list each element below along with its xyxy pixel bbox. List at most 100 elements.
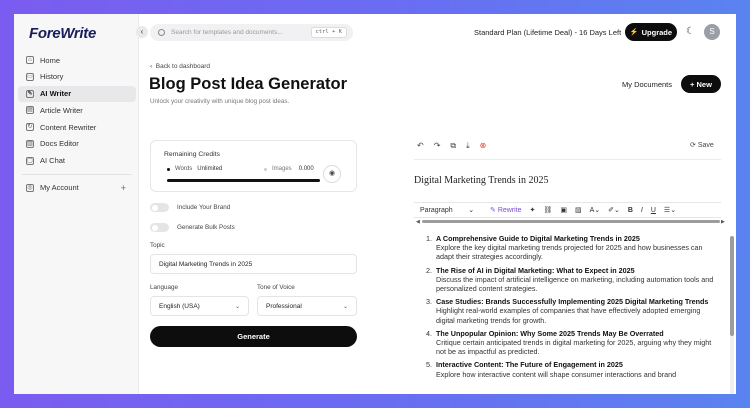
search-bar[interactable]: Search for templates and documents... ct… (150, 24, 353, 41)
sidebar-item-docs-editor[interactable]: ▥ Docs Editor (18, 136, 136, 152)
include-brand-row[interactable]: Include Your Brand (150, 203, 230, 212)
list-number: 3. (426, 297, 432, 307)
list-content: A Comprehensive Guide to Digital Marketi… (436, 234, 716, 262)
sidebar-item-ai-chat[interactable]: ▢ AI Chat (18, 153, 136, 169)
sidebar-item-article-writer[interactable]: ▤ Article Writer (18, 102, 136, 118)
sidebar-item-my-account[interactable]: ◎ My Account + (18, 180, 136, 196)
rewrite-button[interactable]: ✎ Rewrite (490, 206, 522, 214)
editor-toolbar: ↶ ↷ ⧉ ⤓ ⊗ (417, 141, 486, 151)
divider (414, 159, 721, 160)
image-icon[interactable]: ▣ (560, 206, 567, 214)
scroll-right-arrow[interactable]: ▶ (721, 219, 725, 225)
home-icon: ⌂ (26, 56, 34, 64)
upgrade-button[interactable]: ⚡ Upgrade (625, 23, 677, 41)
delete-icon[interactable]: ⊗ (480, 141, 487, 151)
sidebar-item-content-rewriter[interactable]: ↻ Content Rewriter (18, 119, 136, 135)
search-icon (158, 29, 165, 36)
scroll-left-arrow[interactable]: ◀ (416, 219, 420, 225)
text-color-icon[interactable]: A⌄ (590, 206, 601, 214)
search-input[interactable]: Search for templates and documents... (171, 29, 283, 36)
sidebar-item-label: History (40, 72, 64, 82)
eye-icon[interactable]: ◉ (323, 165, 341, 183)
tone-value: Professional (266, 302, 302, 310)
logo: ForeWrite (29, 25, 97, 42)
list-item-desc: Critique certain anticipated trends in d… (436, 338, 712, 357)
paragraph-style-select[interactable]: Paragraph ⌄ (420, 206, 490, 214)
avatar[interactable]: S (704, 24, 720, 40)
images-label: Images (272, 166, 292, 172)
sidebar-item-label: Docs Editor (40, 139, 79, 149)
bulk-posts-toggle[interactable] (150, 223, 169, 232)
copy-icon[interactable]: ⧉ (450, 141, 456, 151)
words-credits: Words Unlimited (167, 166, 222, 172)
article-icon: ▤ (26, 106, 34, 115)
new-button[interactable]: + New (681, 75, 721, 93)
underline-icon[interactable]: U (651, 207, 656, 214)
list-content: Interactive Content: The Future of Engag… (436, 360, 676, 378)
credits-card: Remaining Credits Words Unlimited Images… (150, 140, 357, 192)
save-button[interactable]: ⟳ Save (690, 141, 714, 149)
list-item: 5. Interactive Content: The Future of Eng… (426, 360, 716, 378)
list-item: 2. The Rise of AI in Digital Marketing: W… (426, 266, 716, 294)
undo-icon[interactable]: ↶ (417, 141, 424, 151)
vertical-scrollbar[interactable] (730, 236, 734, 336)
horizontal-scrollbar[interactable] (422, 220, 720, 223)
collapse-sidebar-button[interactable]: ‹ (136, 26, 148, 38)
bulk-posts-label: Generate Bulk Posts (177, 224, 235, 231)
list-content: Case Studies: Brands Successfully Implem… (436, 297, 716, 325)
language-value: English (USA) (159, 302, 200, 310)
list-number: 1. (426, 234, 432, 243)
sidebar-item-label: AI Writer (40, 89, 72, 99)
italic-icon[interactable]: I (641, 207, 643, 214)
my-documents-link[interactable]: My Documents (622, 80, 672, 89)
list-item-desc: Explore how interactive content will sha… (436, 369, 677, 379)
credits-title: Remaining Credits (164, 151, 220, 158)
generate-button[interactable]: Generate (150, 326, 357, 347)
list-item: 4. The Unpopular Opinion: Why Some 2025 T… (426, 329, 716, 357)
topic-input[interactable]: Digital Marketing Trends in 2025 (150, 254, 357, 274)
docs-icon: ▥ (26, 139, 34, 148)
document-body[interactable]: 1. A Comprehensive Guide to Digital Marke… (426, 234, 716, 394)
list-content: The Rise of AI in Digital Marketing: Wha… (436, 266, 716, 294)
sidebar-item-ai-writer[interactable]: ✎ AI Writer (18, 85, 136, 102)
add-image-icon[interactable]: ▨ (575, 206, 582, 214)
credits-progress-bar (167, 179, 320, 182)
refresh-icon: ⟳ (690, 142, 698, 149)
sidebar-nav: ⌂ Home ▭ History ✎ AI Writer ▤ Article Writer ↻ C… (18, 52, 136, 197)
bold-icon[interactable]: B (628, 207, 633, 214)
language-select[interactable]: English (USA) ⌄ (150, 296, 249, 316)
moon-icon[interactable]: ☾ (686, 26, 695, 37)
document-title[interactable]: Digital Marketing Trends in 2025 (414, 175, 548, 186)
words-dot-icon (167, 167, 170, 171)
list-item: 3. Case Studies: Brands Successfully Impl… (426, 297, 716, 325)
words-value: Unlimited (197, 166, 223, 172)
plus-icon[interactable]: + (121, 183, 126, 193)
list-item-desc: Explore the key digital marketing trends… (436, 243, 703, 262)
sidebar-item-home[interactable]: ⌂ Home (18, 52, 136, 68)
back-to-dashboard-link[interactable]: ‹ Back to dashboard (150, 63, 210, 70)
list-number: 4. (426, 328, 432, 338)
save-label: Save (697, 142, 714, 149)
tone-select[interactable]: Professional ⌄ (257, 296, 357, 316)
account-icon: ◎ (26, 183, 34, 192)
sidebar-item-history[interactable]: ▭ History (18, 69, 136, 85)
list-item: 1. A Comprehensive Guide to Digital Marke… (426, 234, 716, 262)
app-window: ForeWrite ⌂ Home ▭ History ✎ AI Writer ▤ Articl… (14, 14, 736, 394)
format-toolbar: Paragraph ⌄ ✎ Rewrite ✦ ⛓ ▣ ▨ A⌄ ✐⌄ B I … (414, 202, 721, 218)
search-shortcut: ctrl + K (310, 27, 347, 38)
sparkle-icon[interactable]: ✦ (530, 206, 536, 214)
list-icon[interactable]: ☰⌄ (664, 206, 676, 214)
back-label: Back to dashboard (155, 63, 210, 70)
download-icon[interactable]: ⤓ (466, 141, 470, 151)
bulk-posts-row[interactable]: Generate Bulk Posts (150, 223, 235, 232)
sidebar-item-label: My Account (40, 183, 79, 193)
link-icon[interactable]: ⛓ (543, 206, 552, 214)
images-credits: Images 0.000 (264, 166, 314, 172)
include-brand-toggle[interactable] (150, 203, 169, 212)
chevron-down-icon: ⌄ (234, 304, 240, 310)
redo-icon[interactable]: ↷ (434, 141, 441, 151)
chevron-down-icon: ⌄ (342, 304, 348, 310)
highlight-icon[interactable]: ✐⌄ (608, 206, 620, 214)
sidebar-item-label: Article Writer (40, 105, 83, 115)
sidebar: ForeWrite ⌂ Home ▭ History ✎ AI Writer ▤ Articl… (14, 14, 139, 394)
